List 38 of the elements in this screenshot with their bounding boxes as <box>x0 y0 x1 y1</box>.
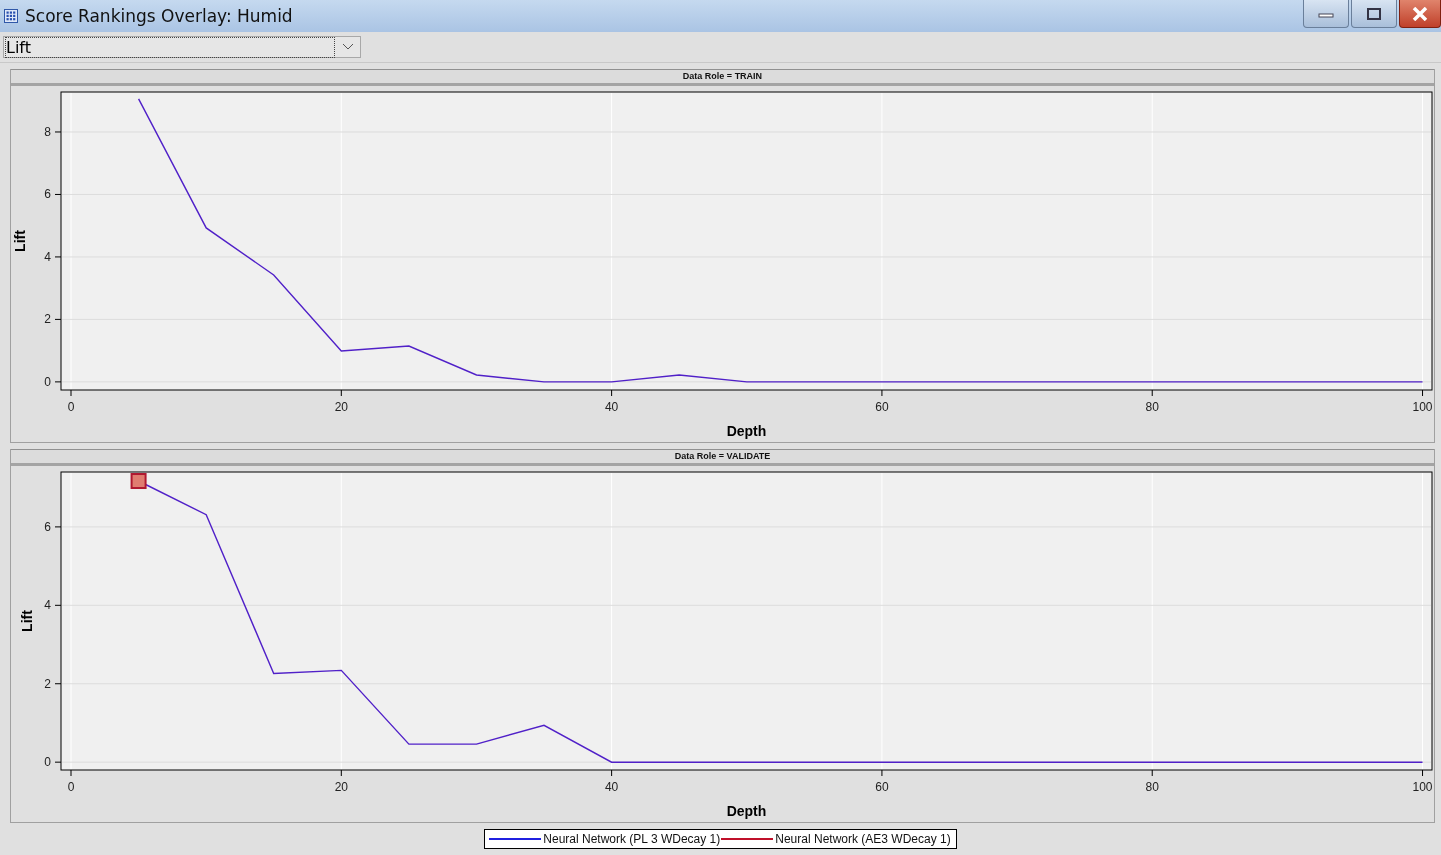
x-tick-label: 80 <box>1145 780 1159 794</box>
maximize-button[interactable] <box>1351 0 1397 28</box>
panel-header: Data Role = VALIDATE <box>11 449 1434 466</box>
x-tick-label: 80 <box>1145 400 1159 414</box>
x-tick-label: 40 <box>604 780 619 794</box>
legend-label: Neural Network (AE3 WDecay 1) <box>775 832 951 846</box>
y-tick-label: 6 <box>44 519 51 534</box>
y-tick-label: 0 <box>44 755 51 770</box>
y-tick-label: 6 <box>44 187 51 202</box>
x-axis-label: Depth <box>726 803 767 819</box>
x-tick-label: 100 <box>1412 400 1433 414</box>
caret-icon <box>342 43 354 51</box>
y-tick-label: 4 <box>44 249 51 264</box>
x-tick-label: 60 <box>875 400 889 414</box>
selected-point-marker[interactable] <box>130 473 147 489</box>
x-axis-label: Depth <box>726 423 767 439</box>
panel-header: Data Role = TRAIN <box>11 69 1434 86</box>
close-button[interactable] <box>1399 0 1441 28</box>
x-tick-label: 100 <box>1412 780 1433 794</box>
maximize-icon <box>1366 7 1382 20</box>
y-tick-label: 8 <box>44 125 51 139</box>
y-tick-label: 0 <box>44 374 51 389</box>
metric-dropdown[interactable]: Lift <box>3 36 361 58</box>
y-tick-label: 4 <box>44 598 51 613</box>
x-tick-label: 40 <box>604 400 619 414</box>
legend-label: Neural Network (PL 3 WDecay 1) <box>543 832 721 846</box>
y-axis-label: Lift <box>19 610 35 632</box>
x-tick-label: 20 <box>334 400 348 414</box>
y-axis-label: Lift <box>12 230 28 252</box>
x-tick-label: 60 <box>875 780 889 794</box>
x-tick-label: 20 <box>334 780 348 794</box>
window-title: Score Rankings Overlay: Humid <box>25 6 294 26</box>
y-tick-label: 2 <box>44 312 51 327</box>
close-icon <box>1412 6 1428 21</box>
y-tick-label: 2 <box>44 676 51 691</box>
grid-icon <box>4 9 18 23</box>
x-tick-label: 0 <box>67 400 75 414</box>
x-tick-label: 0 <box>67 780 75 794</box>
